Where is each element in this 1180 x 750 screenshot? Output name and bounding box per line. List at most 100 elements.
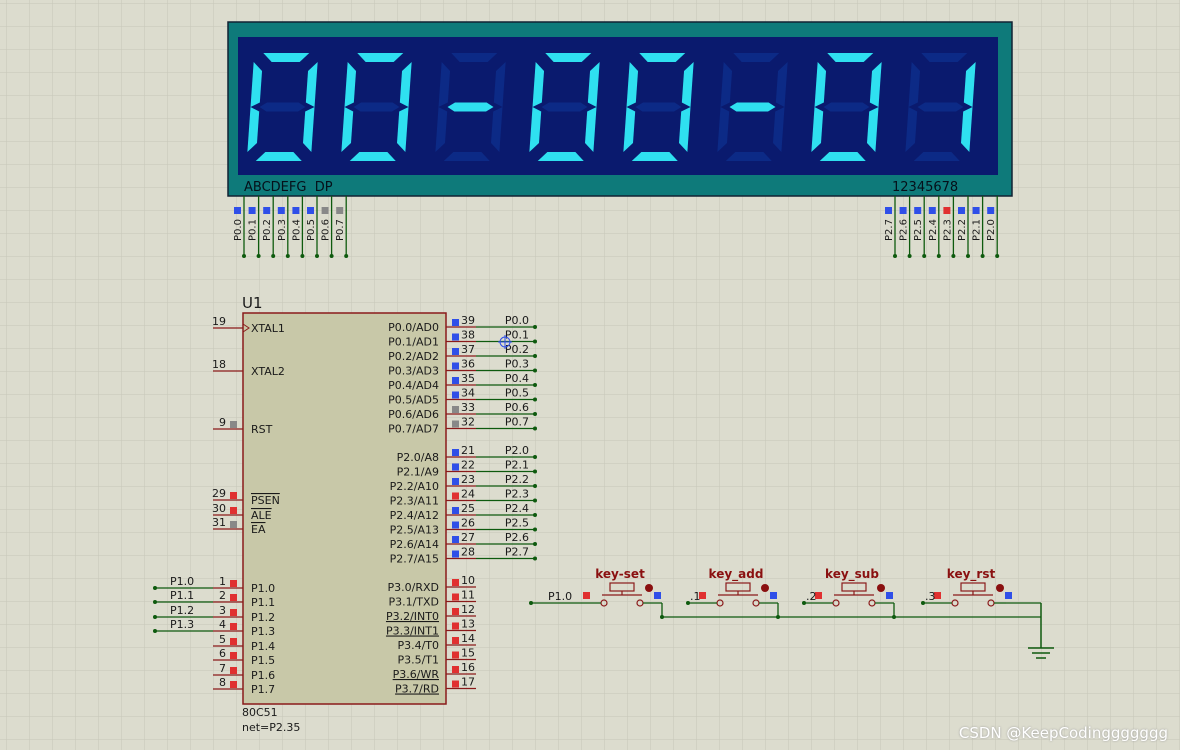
button-state-indicator: [770, 592, 777, 599]
pin-number: 19: [212, 315, 226, 328]
button-state-indicator: [886, 592, 893, 599]
button-toggle-icon[interactable]: [761, 584, 769, 592]
pin-name: P1.3: [251, 625, 275, 638]
segment-g: [447, 102, 494, 112]
dig-pin-label: P2.5: [913, 219, 924, 241]
pin-state-indicator: [452, 362, 459, 370]
dig-pin-label: P2.0: [986, 219, 997, 241]
net-label: P2.4: [505, 502, 529, 515]
pin-state-indicator: [452, 420, 459, 428]
segment-g: [541, 102, 588, 112]
pin-number: 4: [219, 618, 226, 631]
dig-pin-junction: [893, 254, 897, 258]
display-panel: [238, 37, 998, 175]
pin-name: P0.0/AD0: [388, 321, 439, 334]
pin-state-indicator: [452, 579, 459, 586]
pin-number: 11: [461, 589, 475, 602]
pin-number: 28: [461, 546, 475, 559]
net-junction: [533, 412, 537, 416]
net-junction: [533, 397, 537, 402]
pin-name: P0.3/AD3: [388, 365, 439, 378]
schematic-canvas[interactable]: ABCDEFG DP 12345678 P0.0 P0.1 P0.2 P0.3 P0.4…: [0, 0, 1180, 750]
pin-name: XTAL2: [251, 365, 285, 378]
seg-pin-state-indicator: [292, 207, 300, 214]
dig-pin-label: P2.7: [884, 219, 895, 241]
net-label: P0.7: [505, 416, 529, 429]
pin-name: P3.1/TXD: [388, 596, 439, 609]
pin-name: P2.2/A10: [390, 480, 439, 493]
pin-state-indicator: [452, 608, 459, 615]
seg-pin-label: P0.1: [248, 219, 259, 241]
pin-name: EA: [251, 523, 266, 536]
seg-pin-label: P0.7: [335, 219, 346, 241]
pin-number: 6: [219, 647, 226, 660]
seg-pin-junction: [242, 254, 246, 258]
pin-state-indicator: [452, 348, 459, 355]
dig-pin-state-indicator: [914, 207, 922, 214]
dig-pin-state-indicator: [943, 207, 951, 214]
button-toggle-icon[interactable]: [996, 584, 1004, 592]
pin-state-indicator: [452, 463, 459, 471]
net-label: P1.0: [170, 575, 194, 588]
pin-name: P1.0: [251, 582, 275, 595]
pin-number: 32: [461, 416, 475, 429]
seg-pin-label: P0.0: [233, 219, 244, 241]
pin-state-indicator: [230, 521, 237, 528]
seg-pin-state-indicator: [234, 207, 241, 214]
pin-name: ALE: [251, 509, 272, 522]
pin-state-indicator: [452, 536, 459, 543]
pin-state-indicator: [452, 666, 459, 673]
net-junction: [533, 484, 537, 488]
pin-number: 5: [219, 633, 226, 646]
pin-number: 27: [461, 531, 475, 544]
dig-pin-state-indicator: [958, 207, 965, 214]
seg-pin-junction: [329, 254, 334, 258]
pin-state-indicator: [452, 478, 459, 485]
pin-name: P0.7/AD7: [388, 423, 439, 436]
net-junction: [533, 542, 537, 546]
pin-name: P3.5/T1: [397, 654, 439, 667]
dig-pin-junction: [995, 254, 1000, 258]
pin-number: 13: [461, 618, 475, 631]
segment-g: [353, 102, 400, 112]
watermark: CSDN @KeepCodinggggggg: [958, 724, 1168, 742]
pin-number: 24: [461, 488, 475, 501]
pin-number: 26: [461, 517, 475, 530]
dig-pin-state-indicator: [885, 207, 892, 214]
segment-g: [635, 102, 682, 112]
net-junction: [533, 339, 537, 344]
pin-state-indicator: [452, 391, 459, 399]
segment-label: ABCDEFG DP: [244, 180, 333, 195]
pin-number: 33: [461, 401, 475, 414]
button-toggle-icon[interactable]: [645, 584, 653, 592]
button-state-indicator: [1005, 592, 1012, 599]
net-label: P1.1: [170, 589, 194, 602]
seg-pin-state-indicator: [307, 207, 314, 214]
pin-number: 34: [461, 387, 475, 400]
pin-number: 37: [461, 343, 475, 356]
pin-name: P2.1/A9: [397, 466, 439, 479]
net-label: P1.3: [170, 618, 194, 631]
pin-state-indicator: [230, 609, 237, 616]
net-label: P2.3: [505, 488, 529, 501]
seg-pin-state-indicator: [336, 207, 344, 214]
net-label: P0.6: [505, 401, 529, 414]
pin-state-indicator: [452, 521, 459, 529]
pin-number: 9: [219, 416, 226, 429]
seg-pin-junction: [271, 254, 276, 258]
button-label: key_add: [709, 567, 764, 582]
pin-name: P0.4/AD4: [388, 379, 439, 392]
seg-pin-junction: [285, 254, 290, 258]
pin-state-indicator: [452, 680, 459, 688]
net-junction: [533, 325, 537, 329]
dig-pin-state-indicator: [972, 207, 980, 214]
net-junction: [533, 527, 537, 532]
pin-state-indicator: [452, 333, 459, 341]
pin-number: 14: [461, 632, 475, 645]
seg-pin-junction: [315, 254, 319, 258]
net-junction: [153, 586, 157, 590]
button-toggle-icon[interactable]: [877, 584, 885, 592]
net-junction: [533, 556, 537, 561]
pin-state-indicator: [452, 637, 459, 644]
seg-pin-junction: [256, 254, 261, 258]
